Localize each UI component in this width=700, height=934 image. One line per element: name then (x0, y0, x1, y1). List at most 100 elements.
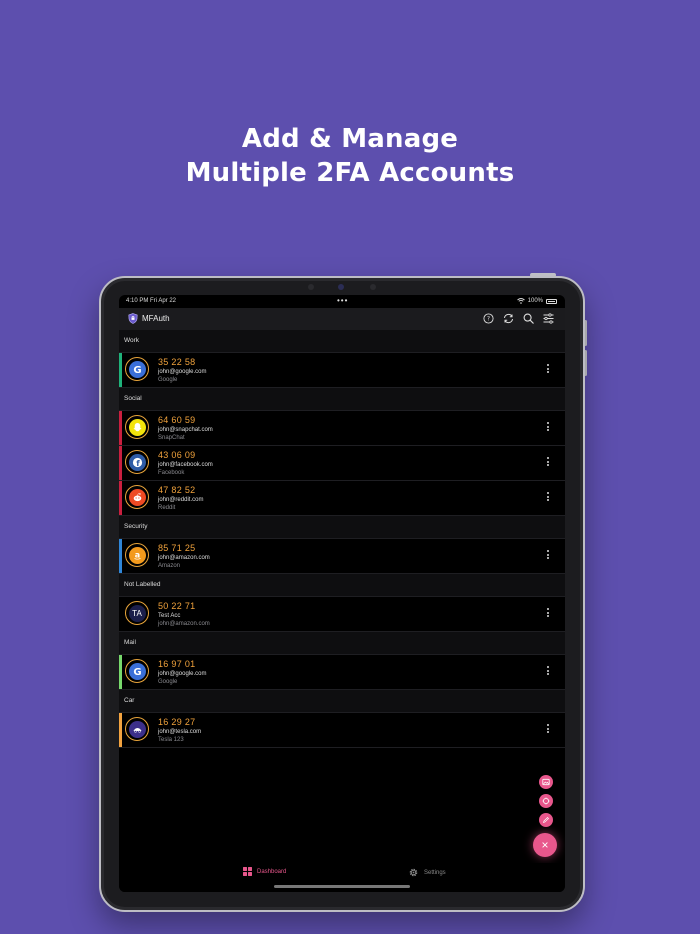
account-avatar: a (125, 543, 149, 567)
app-screen: 4:10 PM Fri Apr 22 ••• 100% MFAuth ? Wor… (119, 295, 565, 892)
account-row[interactable]: f 43 06 09 john@facebook.com Facebook (119, 446, 565, 481)
manual-entry-button[interactable] (539, 813, 553, 827)
account-email: john@facebook.com (158, 462, 213, 468)
account-service: Google (158, 679, 178, 685)
more-options-icon[interactable] (547, 550, 550, 561)
nav-dashboard-label: Dashboard (257, 868, 287, 875)
account-row[interactable]: G 35 22 58 john@google.com Google (119, 353, 565, 388)
svg-text:a: a (134, 550, 139, 559)
edit-icon (542, 817, 549, 824)
section-label: Security (119, 516, 565, 539)
battery-percent: 100% (527, 298, 543, 304)
svg-text:G: G (133, 365, 141, 375)
dashboard-icon (243, 867, 252, 876)
account-email: john@google.com (158, 671, 207, 677)
initials-avatar: TA (128, 604, 146, 622)
account-email: john@reddit.com (158, 497, 204, 503)
otp-code[interactable]: 16 97 01 (158, 659, 195, 669)
account-row[interactable]: 16 29 27 john@tesla.com Tesla 123 (119, 713, 565, 748)
more-options-icon[interactable] (547, 724, 550, 735)
account-avatar (125, 485, 149, 509)
tablet-camera (338, 284, 344, 290)
search-icon[interactable] (522, 312, 535, 325)
nav-settings[interactable]: Settings (408, 867, 446, 878)
otp-code[interactable]: 47 82 52 (158, 485, 195, 495)
sync-icon[interactable] (502, 312, 515, 325)
more-options-icon[interactable] (547, 666, 550, 677)
svg-text:G: G (133, 667, 141, 677)
tesla-icon (128, 720, 146, 738)
status-bar: 4:10 PM Fri Apr 22 ••• 100% (119, 295, 565, 307)
status-time: 4:10 PM Fri Apr 22 (126, 298, 177, 304)
label-color-bar (119, 539, 122, 573)
label-color-bar (119, 597, 122, 631)
headline-line-2: Multiple 2FA Accounts (185, 158, 515, 188)
gear-icon (409, 868, 418, 877)
section-label: Mail (119, 632, 565, 655)
wifi-icon (516, 298, 525, 304)
snapchat-icon (128, 418, 146, 436)
label-color-bar (119, 411, 122, 445)
app-title: MFAuth (142, 314, 170, 323)
account-service: Reddit (158, 505, 176, 511)
headline: Add & Manage Multiple 2FA Accounts (0, 122, 700, 190)
account-email: john@tesla.com (158, 729, 202, 735)
account-email: john@google.com (158, 369, 207, 375)
close-icon: × (541, 838, 549, 852)
account-email: john@snapchat.com (158, 427, 213, 433)
more-options-icon[interactable] (547, 608, 550, 619)
label-color-bar (119, 446, 122, 480)
nav-settings-label: Settings (424, 869, 446, 876)
account-list: Work G 35 22 58 john@google.com Google Social… (119, 330, 565, 748)
more-options-icon[interactable] (547, 364, 550, 375)
label-color-bar (119, 481, 122, 515)
account-row[interactable]: G 16 97 01 john@google.com Google (119, 655, 565, 690)
close-fab-button[interactable]: × (533, 833, 557, 857)
label-color-bar (119, 713, 122, 747)
otp-code[interactable]: 16 29 27 (158, 717, 195, 727)
account-row[interactable]: 47 82 52 john@reddit.com Reddit (119, 481, 565, 516)
account-service: Facebook (158, 470, 185, 476)
otp-code[interactable]: 64 60 59 (158, 415, 195, 425)
app-bar: MFAuth ? (119, 308, 565, 330)
account-row[interactable]: a 85 71 25 john@amazon.com Amazon (119, 539, 565, 574)
account-service: Tesla 123 (158, 737, 184, 743)
headline-line-1: Add & Manage (241, 124, 459, 154)
google-icon: G (128, 360, 146, 378)
tablet-sensor (370, 284, 376, 290)
otp-code[interactable]: 43 06 09 (158, 450, 195, 460)
scan-qr-button[interactable] (539, 794, 553, 808)
nav-dashboard[interactable]: Dashboard (243, 867, 286, 876)
image-import-button[interactable] (539, 775, 553, 789)
more-options-icon[interactable] (547, 422, 550, 433)
otp-code[interactable]: 50 22 71 (158, 601, 195, 611)
account-service: Amazon (158, 563, 181, 569)
amazon-icon: a (128, 546, 146, 564)
account-email: john@amazon.com (158, 555, 210, 561)
account-row[interactable]: TA 50 22 71 Test Acc john@amazon.com (119, 597, 565, 632)
reddit-icon (128, 488, 146, 506)
scan-icon (542, 797, 550, 805)
account-avatar: TA (125, 601, 149, 625)
account-row[interactable]: 64 60 59 john@snapchat.com SnapChat (119, 411, 565, 446)
battery-icon (546, 298, 557, 304)
help-icon[interactable]: ? (482, 312, 495, 325)
account-avatar: G (125, 659, 149, 683)
more-options-icon[interactable] (547, 492, 550, 503)
account-email: Test Acc (158, 613, 181, 619)
account-avatar (125, 415, 149, 439)
image-icon (542, 778, 550, 786)
bottom-navigation: Dashboard Settings (119, 863, 565, 892)
svg-text:?: ? (487, 316, 490, 323)
account-service: john@amazon.com (158, 621, 210, 627)
facebook-icon: f (128, 453, 146, 471)
filter-icon[interactable] (542, 312, 555, 325)
more-options-icon[interactable] (547, 457, 550, 468)
otp-code[interactable]: 35 22 58 (158, 357, 195, 367)
otp-code[interactable]: 85 71 25 (158, 543, 195, 553)
svg-text:f: f (136, 459, 140, 468)
multitask-dots[interactable]: ••• (337, 296, 348, 305)
account-avatar: f (125, 450, 149, 474)
account-service: Google (158, 377, 178, 383)
section-label: Not Labelled (119, 574, 565, 597)
